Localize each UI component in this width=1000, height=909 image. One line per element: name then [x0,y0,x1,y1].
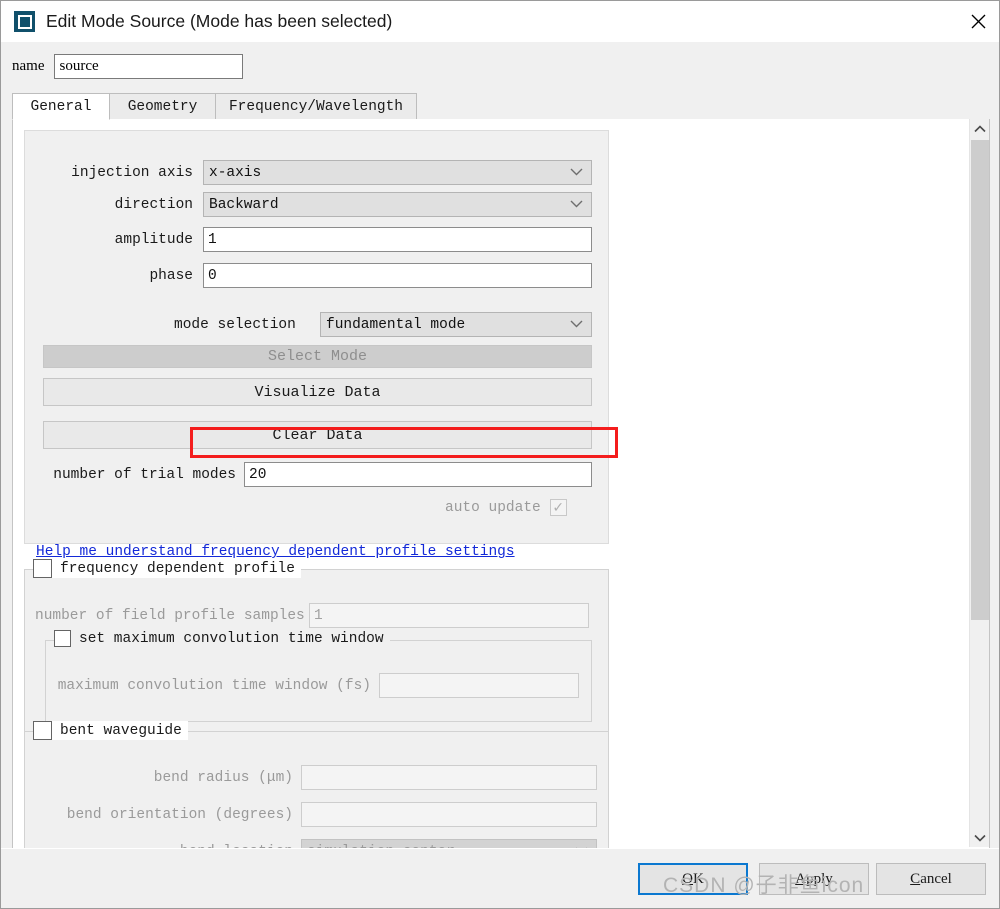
mode-selection-value: fundamental mode [326,316,466,333]
apply-button[interactable]: Apply [759,863,869,895]
frequency-dependent-profile-label: frequency dependent profile [60,560,295,577]
bent-waveguide-checkbox[interactable] [33,721,52,740]
clear-data-button[interactable]: Clear Data [43,421,592,449]
scroll-up-icon[interactable] [970,119,989,138]
chevron-down-icon [570,197,583,213]
tab-geometry[interactable]: Geometry [109,93,216,119]
tab-frequency-wavelength[interactable]: Frequency/Wavelength [215,93,417,119]
settings-scroll-area: injection axis x-axis direction Backward [12,119,990,849]
vertical-scrollbar[interactable] [969,119,989,847]
select-mode-button[interactable]: Select Mode [43,345,592,368]
mode-selection-label: mode selection [174,316,296,333]
mode-selection-row: mode selection fundamental mode [174,312,592,337]
close-icon[interactable] [955,1,999,42]
bent-waveguide-header: bent waveguide [33,721,188,740]
scroll-down-icon[interactable] [970,828,989,847]
direction-value: Backward [209,196,279,213]
injection-axis-select[interactable]: x-axis [203,160,592,185]
direction-select[interactable]: Backward [203,192,592,217]
bent-waveguide-label: bent waveguide [60,722,182,739]
name-row: name [1,42,999,90]
field-profile-samples-value: 1 [314,607,323,624]
bent-waveguide-group: bent waveguide bend radius (μm) bend ori… [24,721,609,848]
frequency-dependent-profile-checkbox[interactable] [33,559,52,578]
edit-mode-source-dialog: Edit Mode Source (Mode has been selected… [0,0,1000,909]
frequency-dependent-profile-group: frequency dependent profile number of fi… [24,559,609,735]
injection-axis-value: x-axis [209,164,262,181]
set-maximum-convolution-time-window-checkbox[interactable] [54,630,71,647]
amplitude-value: 1 [208,231,217,248]
chevron-down-icon [570,317,583,333]
bend-orientation-row: bend orientation (degrees) [35,802,600,827]
amplitude-row: amplitude 1 [43,227,592,252]
direction-row: direction Backward [43,192,592,217]
max-convolution-time-window-label: maximum convolution time window (fs) [57,677,371,694]
number-of-trial-modes-row: number of trial modes 20 [41,462,592,487]
auto-update-label: auto update [445,499,541,516]
scrollbar-thumb[interactable] [971,140,989,620]
bend-radius-row: bend radius (μm) [35,765,600,790]
mode-source-icon [14,11,35,32]
bend-radius-input[interactable] [301,765,597,790]
field-profile-samples-label: number of field profile samples [35,607,305,624]
general-settings-panel: injection axis x-axis direction Backward [24,130,609,544]
number-of-trial-modes-value: 20 [249,466,267,483]
help-link[interactable]: Help me understand frequency dependent p… [36,544,515,560]
bend-radius-label: bend radius (μm) [153,769,293,786]
settings-content: injection axis x-axis direction Backward [13,119,953,848]
mode-selection-select[interactable]: fundamental mode [320,312,592,337]
tab-bar: General Geometry Frequency/Wavelength [12,93,990,120]
amplitude-label: amplitude [114,231,193,248]
tab-general[interactable]: General [12,93,110,120]
dialog-footer: OK Apply Cancel [1,848,999,908]
bend-orientation-input[interactable] [301,802,597,827]
amplitude-input[interactable]: 1 [203,227,592,252]
name-input[interactable] [54,53,244,79]
window-title: Edit Mode Source (Mode has been selected… [46,11,393,31]
visualize-data-button[interactable]: Visualize Data [43,378,592,406]
title-bar: Edit Mode Source (Mode has been selected… [1,1,999,42]
field-profile-samples-row: number of field profile samples 1 [35,603,600,628]
max-convolution-time-window-input[interactable] [379,673,579,698]
chevron-down-icon [570,165,583,181]
convolution-time-window-header: set maximum convolution time window [54,630,390,647]
bend-orientation-label: bend orientation (degrees) [66,806,293,823]
set-maximum-convolution-time-window-label: set maximum convolution time window [79,630,384,647]
auto-update-checkbox[interactable]: ✓ [549,499,567,516]
auto-update-row: auto update ✓ [445,499,567,516]
injection-axis-row: injection axis x-axis [43,160,592,185]
number-of-trial-modes-label: number of trial modes [53,466,236,483]
number-of-trial-modes-input[interactable]: 20 [244,462,592,487]
field-profile-samples-input[interactable]: 1 [309,603,589,628]
injection-axis-label: injection axis [71,164,193,181]
phase-input[interactable]: 0 [203,263,592,288]
phase-label: phase [149,267,193,284]
name-label: name [12,57,45,74]
convolution-time-window-group: set maximum convolution time window maxi… [45,630,592,722]
max-convolution-time-window-row: maximum convolution time window (fs) [57,673,582,698]
cancel-button[interactable]: Cancel [876,863,986,895]
frequency-dependent-profile-header: frequency dependent profile [33,559,301,578]
direction-label: direction [114,196,193,213]
phase-value: 0 [208,267,217,284]
ok-button[interactable]: OK [638,863,748,895]
phase-row: phase 0 [43,263,592,288]
